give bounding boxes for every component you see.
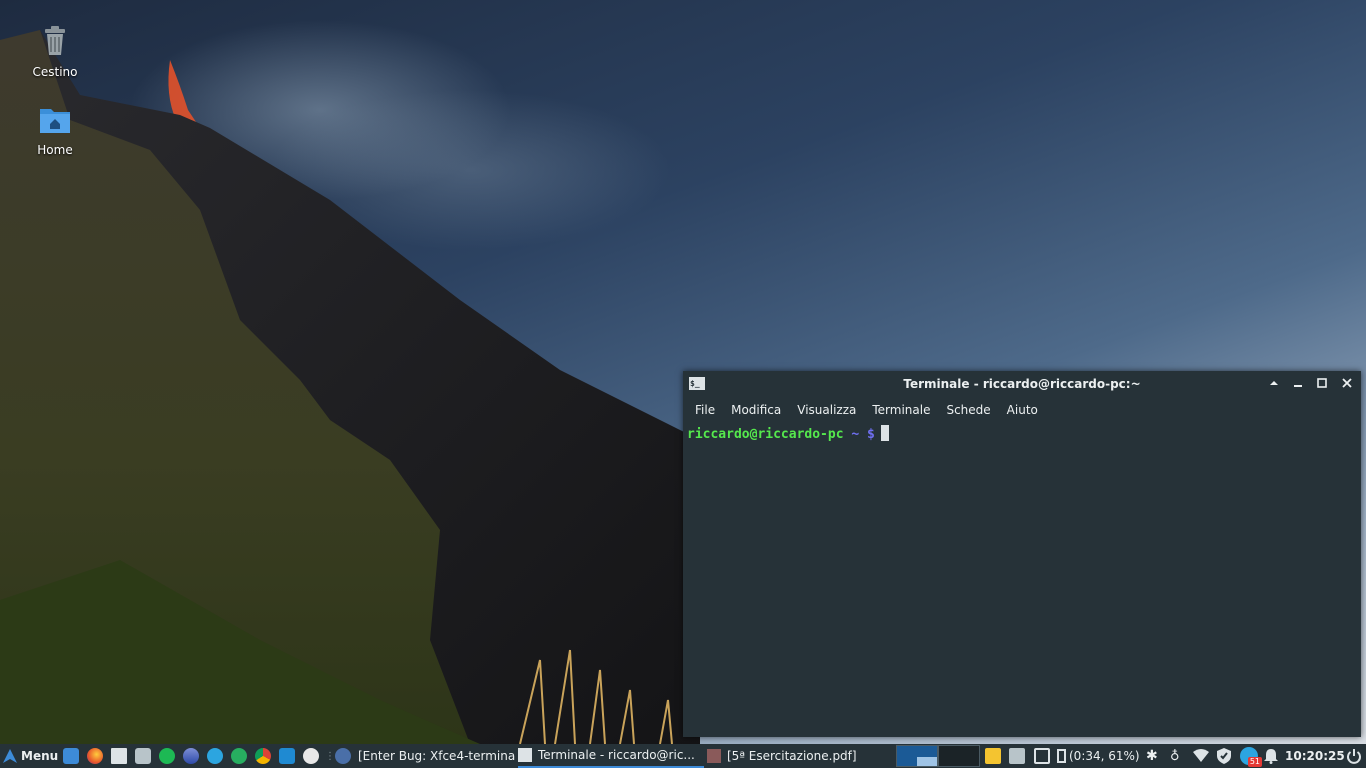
menu-file[interactable]: File <box>687 403 723 417</box>
task-label: [5ª Esercitazione.pdf] <box>727 749 857 763</box>
battery-icon <box>1057 749 1066 763</box>
telegram-icon <box>207 748 223 764</box>
notifications-indicator[interactable] <box>1264 744 1278 768</box>
clipboard-icon[interactable] <box>1034 748 1050 764</box>
maximize-button[interactable] <box>1313 375 1331 393</box>
bluetooth-icon: ✱ <box>1146 748 1158 764</box>
network-indicator[interactable] <box>1193 744 1209 768</box>
terminal-icon <box>518 748 532 762</box>
window-title: Terminale - riccardo@riccardo-pc:~ <box>903 377 1141 391</box>
battery-indicator[interactable]: (0:34, 61%) <box>1057 744 1140 768</box>
launcher-chrome[interactable] <box>255 744 271 768</box>
spotify-icon <box>159 748 175 764</box>
close-icon <box>1342 378 1352 388</box>
minimize-button[interactable] <box>1289 375 1307 393</box>
chrome-icon <box>255 748 271 764</box>
menu-visualizza[interactable]: Visualizza <box>789 403 864 417</box>
launcher-thunderbird[interactable] <box>183 744 199 768</box>
security-indicator[interactable] <box>1217 744 1231 768</box>
workspace-1[interactable] <box>896 745 938 767</box>
launcher-spotify[interactable] <box>159 744 175 768</box>
power-button[interactable] <box>1346 744 1362 768</box>
bell-icon <box>1264 749 1278 764</box>
telegram-tray-icon: 51 <box>1240 747 1262 767</box>
power-icon <box>1347 749 1361 764</box>
workspace-window-preview <box>917 757 937 766</box>
launcher-more[interactable]: ⋮ <box>325 744 335 768</box>
vscode-icon <box>279 748 295 764</box>
launcher-terminal[interactable] <box>111 744 127 768</box>
launcher-vscode[interactable] <box>279 744 295 768</box>
prompt-user: riccardo@riccardo-pc <box>687 427 844 442</box>
launcher-firefox[interactable] <box>87 744 103 768</box>
inkscape-icon <box>303 748 319 764</box>
terminal-window[interactable]: $_ Terminale - riccardo@riccardo-pc:~ Fi… <box>683 371 1361 737</box>
whatsapp-icon <box>231 748 247 764</box>
show-desktop-icon <box>63 748 79 764</box>
notes-icon[interactable] <box>985 748 1001 764</box>
task-label: [Enter Bug: Xfce4-termina... <box>358 749 516 763</box>
desktop-icon-label: Cestino <box>32 65 78 79</box>
workspace-2[interactable] <box>938 745 980 767</box>
lightbulb-icon: ♁ <box>1170 748 1180 764</box>
telegram-tray[interactable]: 51 <box>1240 744 1262 768</box>
launcher-browser[interactable] <box>335 744 351 768</box>
arch-logo-icon <box>3 749 17 763</box>
prompt-path: ~ $ <box>851 427 875 442</box>
menu-modifica[interactable]: Modifica <box>723 403 789 417</box>
home-folder-icon <box>40 109 70 133</box>
launcher-show-desktop[interactable] <box>63 744 79 768</box>
firefox-icon <box>87 748 103 764</box>
launcher-file-manager[interactable] <box>135 744 151 768</box>
globe-icon <box>335 748 351 764</box>
terminal-icon <box>111 748 127 764</box>
redshift-indicator[interactable]: ♁ <box>1170 744 1180 768</box>
file-manager-tray-icon[interactable] <box>1009 748 1025 764</box>
bluetooth-indicator[interactable]: ✱ <box>1146 744 1158 768</box>
desktop-icon-trash[interactable]: Cestino <box>15 24 95 79</box>
shield-icon <box>1217 748 1231 764</box>
menu-aiuto[interactable]: Aiuto <box>999 403 1046 417</box>
launcher-whatsapp[interactable] <box>231 744 247 768</box>
pdf-icon <box>707 749 721 763</box>
menu-label: Menu <box>21 749 59 763</box>
text-cursor <box>880 425 889 441</box>
task-label: Terminale - riccardo@ric... <box>538 748 695 762</box>
taskbar: Menu ⋮ [Enter Bug: Xfce4-termina... Term… <box>0 744 1366 768</box>
terminal-titlebar[interactable]: $_ Terminale - riccardo@riccardo-pc:~ <box>683 371 1361 397</box>
trash-icon <box>45 26 65 55</box>
chevron-up-icon <box>1270 381 1278 385</box>
overflow-dots-icon: ⋮ <box>325 750 335 762</box>
clock[interactable]: 10:20:25 <box>1285 744 1345 768</box>
file-manager-icon <box>135 748 151 764</box>
clock-time: 10:20:25 <box>1285 749 1345 763</box>
desktop-icon-home[interactable]: Home <box>15 102 95 157</box>
close-button[interactable] <box>1338 375 1356 393</box>
shade-button[interactable] <box>1265 375 1283 393</box>
launcher-telegram[interactable] <box>207 744 223 768</box>
mail-icon <box>183 748 199 764</box>
task-button-pdf[interactable]: [5ª Esercitazione.pdf] <box>707 744 892 768</box>
menu-button[interactable]: Menu <box>2 744 58 768</box>
wifi-icon <box>1193 749 1209 762</box>
minimize-icon <box>1294 385 1302 387</box>
task-button-terminal[interactable]: Terminale - riccardo@ric... <box>518 744 704 768</box>
terminal-output[interactable]: riccardo@riccardo-pc ~ $ <box>685 425 1359 737</box>
terminal-menubar: File Modifica Visualizza Terminale Sched… <box>683 397 1361 423</box>
menu-schede[interactable]: Schede <box>938 403 998 417</box>
unread-badge: 51 <box>1247 757 1262 767</box>
launcher-inkscape[interactable] <box>303 744 319 768</box>
task-button-bug[interactable]: [Enter Bug: Xfce4-termina... <box>358 744 516 768</box>
maximize-icon <box>1317 378 1327 388</box>
desktop-icon-label: Home <box>37 143 73 157</box>
battery-status: (0:34, 61%) <box>1069 749 1140 763</box>
menu-terminale[interactable]: Terminale <box>864 403 938 417</box>
